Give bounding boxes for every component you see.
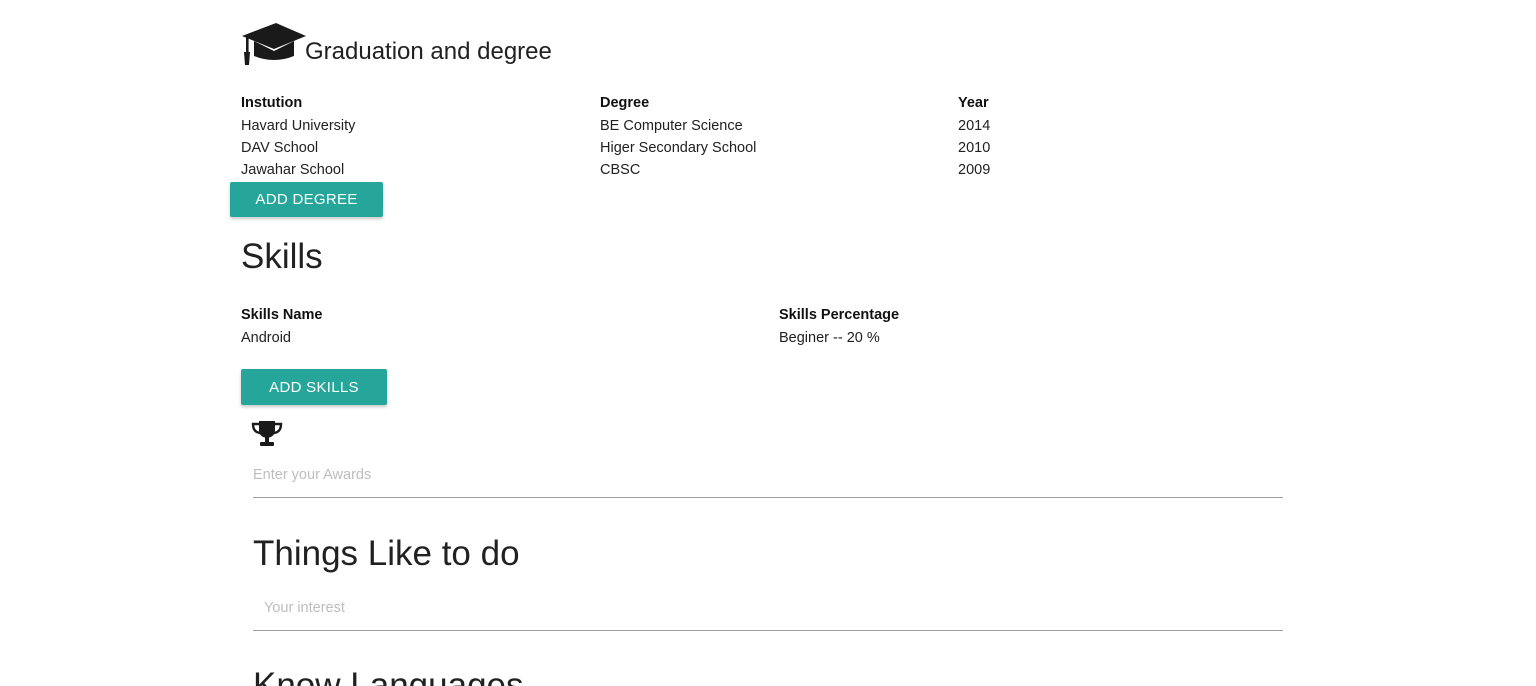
trophy-icon — [251, 421, 283, 446]
education-degree: CBSC — [600, 162, 641, 178]
languages-title: Know Languages — [253, 666, 524, 686]
skill-name: Android — [241, 330, 291, 346]
graduation-cap-icon — [242, 23, 306, 65]
education-institution: Havard University — [241, 118, 356, 134]
column-header-degree: Degree — [600, 95, 650, 111]
add-degree-button[interactable]: ADD DEGREE — [230, 182, 383, 217]
profile-page: Graduation and degree Instution Degree Y… — [0, 0, 1536, 686]
education-institution: DAV School — [241, 140, 319, 156]
skill-percentage: Beginer -- 20 % — [779, 330, 880, 346]
skills-title: Skills — [241, 237, 323, 276]
column-header-year: Year — [958, 95, 989, 111]
column-header-skills-name: Skills Name — [241, 307, 323, 323]
education-year: 2009 — [958, 162, 991, 178]
education-title: Graduation and degree — [305, 38, 552, 65]
column-header-skills-percentage: Skills Percentage — [779, 307, 900, 323]
education-institution: Jawahar School — [241, 162, 345, 178]
education-year: 2014 — [958, 118, 991, 134]
interests-title: Things Like to do — [253, 534, 520, 573]
education-year: 2010 — [958, 140, 991, 156]
interests-input[interactable] — [253, 590, 1283, 626]
add-skills-button[interactable]: ADD SKILLS — [241, 369, 387, 405]
column-header-institution: Instution — [241, 95, 303, 111]
education-degree: Higer Secondary School — [600, 140, 757, 156]
interests-field — [253, 590, 1283, 631]
awards-field — [253, 457, 1283, 498]
education-degree: BE Computer Science — [600, 118, 743, 134]
awards-input[interactable] — [253, 457, 1283, 493]
